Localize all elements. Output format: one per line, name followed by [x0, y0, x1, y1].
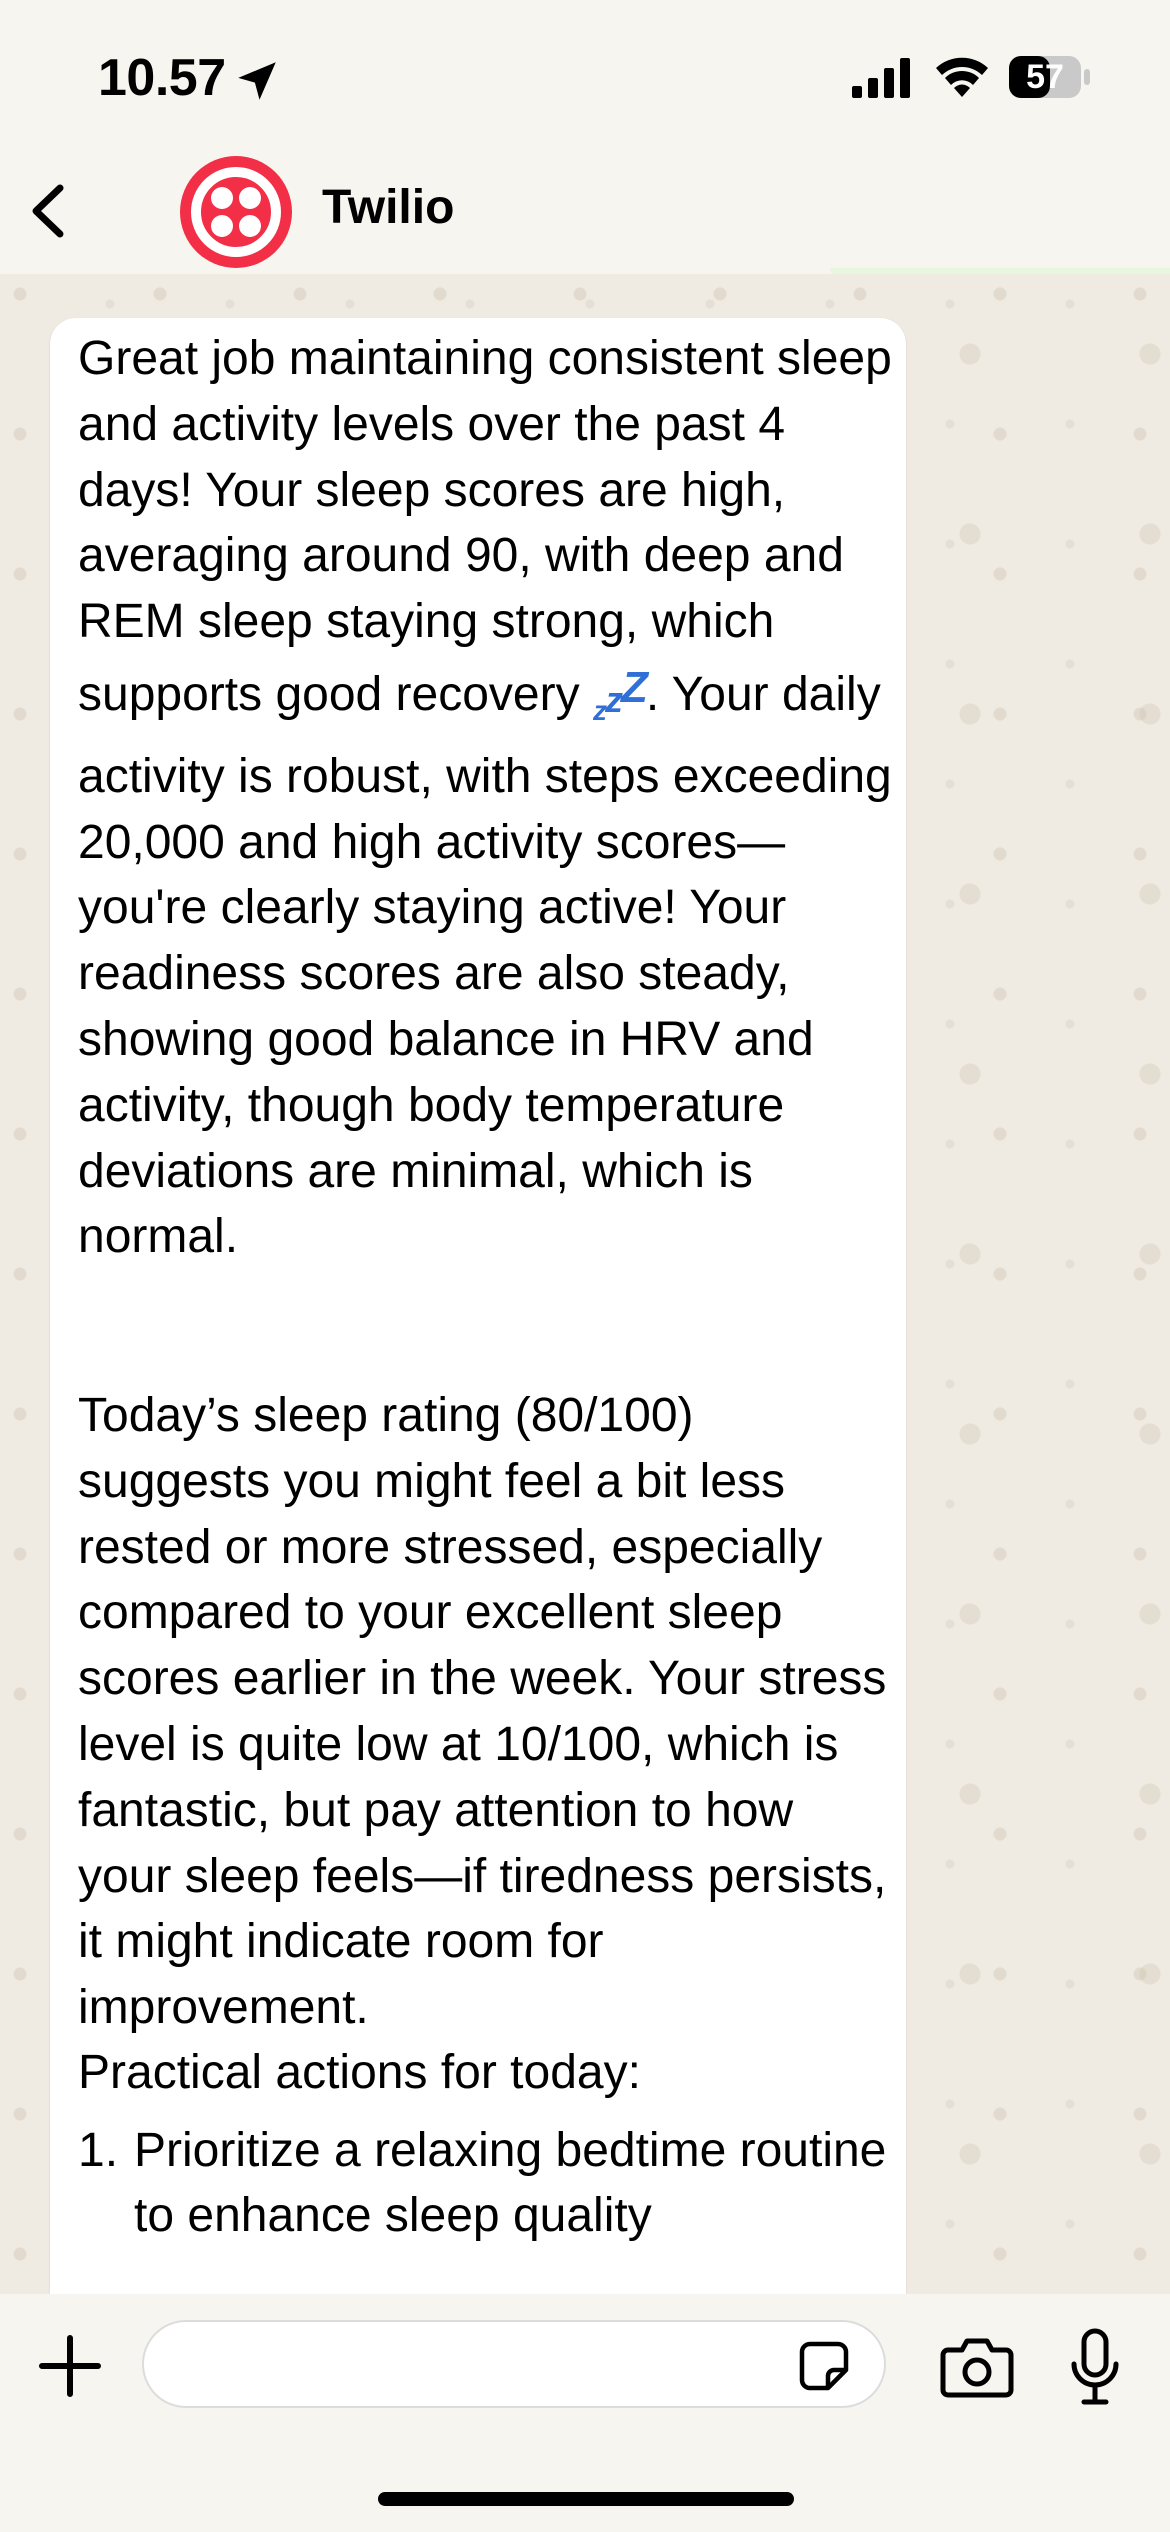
home-indicator[interactable]	[378, 2492, 794, 2506]
twilio-logo-ring	[191, 167, 281, 257]
list-number: 1.	[78, 2124, 119, 2177]
microphone-icon[interactable]	[1070, 2328, 1120, 2406]
message-input[interactable]	[142, 2320, 886, 2408]
message-text: . Your daily activity is robust, with st…	[78, 667, 892, 1264]
list-text: Prioritize a relaxing bedtime routine to…	[134, 2124, 887, 2242]
location-arrow-icon	[238, 62, 276, 100]
signal-icon	[852, 58, 910, 98]
zzz-emoji-icon: zzZ	[593, 663, 648, 726]
status-bar: 10.57 57	[0, 0, 1170, 150]
message-paragraph-2: Today’s sleep rating (80/100) suggests y…	[78, 1389, 887, 2035]
input-bar	[0, 2294, 1170, 2532]
message-text: Great job maintaining consistent sleep a…	[78, 332, 892, 721]
camera-icon[interactable]	[940, 2336, 1014, 2398]
message-paragraph-3: Practical actions for today:	[78, 2046, 641, 2099]
back-icon[interactable]	[20, 176, 80, 246]
chat-area[interactable]: Great job maintaining consistent sleep a…	[0, 274, 1170, 2294]
message-bubble[interactable]: Great job maintaining consistent sleep a…	[50, 318, 906, 2294]
plus-icon[interactable]	[38, 2334, 102, 2398]
contact-name[interactable]: Twilio	[322, 180, 454, 235]
sticker-icon[interactable]	[796, 2338, 852, 2394]
zzz-letter: z	[604, 678, 623, 720]
chat-header: Twilio	[0, 150, 1170, 274]
battery-level: 57	[1026, 58, 1064, 96]
zzz-letter: Z	[620, 662, 648, 712]
message-paragraph-1: Great job maintaining consistent sleep a…	[78, 326, 898, 1270]
zzz-letter: z	[592, 694, 607, 726]
wifi-icon	[936, 57, 988, 97]
avatar[interactable]	[180, 156, 292, 268]
status-time: 10.57	[98, 49, 226, 107]
